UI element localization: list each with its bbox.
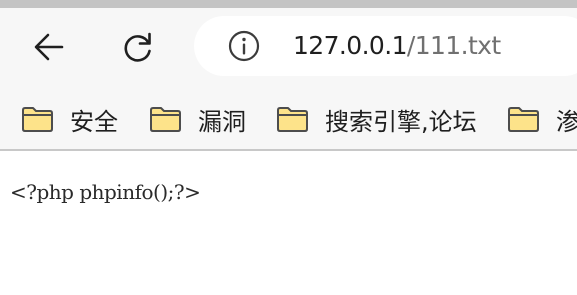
file-contents-text: <?php phpinfo();?> [10, 180, 201, 204]
address-bar[interactable]: 127.0.0.1/111.txt [194, 16, 577, 76]
bookmark-folder-vulnerabilities[interactable]: 漏洞 [149, 97, 246, 141]
back-button[interactable] [27, 25, 71, 69]
bookmarks-bar: 安全 漏洞 搜索引擎,论坛 渗 [0, 88, 577, 149]
back-arrow-icon [34, 33, 64, 61]
site-info-icon[interactable] [228, 30, 260, 62]
bookmark-label: 漏洞 [198, 107, 246, 136]
folder-icon [150, 106, 181, 132]
browser-toolbar: 127.0.0.1/111.txt [0, 8, 577, 88]
bookmark-folder-search-forums[interactable]: 搜索引擎,论坛 [276, 97, 477, 141]
url-text[interactable]: 127.0.0.1/111.txt [293, 33, 501, 59]
bookmark-label: 安全 [70, 107, 118, 136]
info-circle-icon [228, 30, 260, 62]
bookmark-label: 搜索引擎,论坛 [325, 107, 477, 136]
reload-icon [124, 32, 151, 62]
folder-icon [277, 106, 308, 132]
window-top-edge [0, 0, 577, 8]
folder-icon [508, 106, 539, 132]
url-path: /111.txt [406, 31, 501, 60]
page-content: <?php phpinfo();?> [0, 151, 577, 295]
bookmark-folder-security[interactable]: 安全 [21, 97, 118, 141]
folder-icon [22, 106, 53, 132]
reload-button[interactable] [116, 25, 160, 69]
bookmark-label: 渗 [556, 107, 577, 136]
url-host: 127.0.0.1 [293, 31, 407, 60]
bookmark-folder-pentest[interactable]: 渗 [507, 97, 577, 141]
